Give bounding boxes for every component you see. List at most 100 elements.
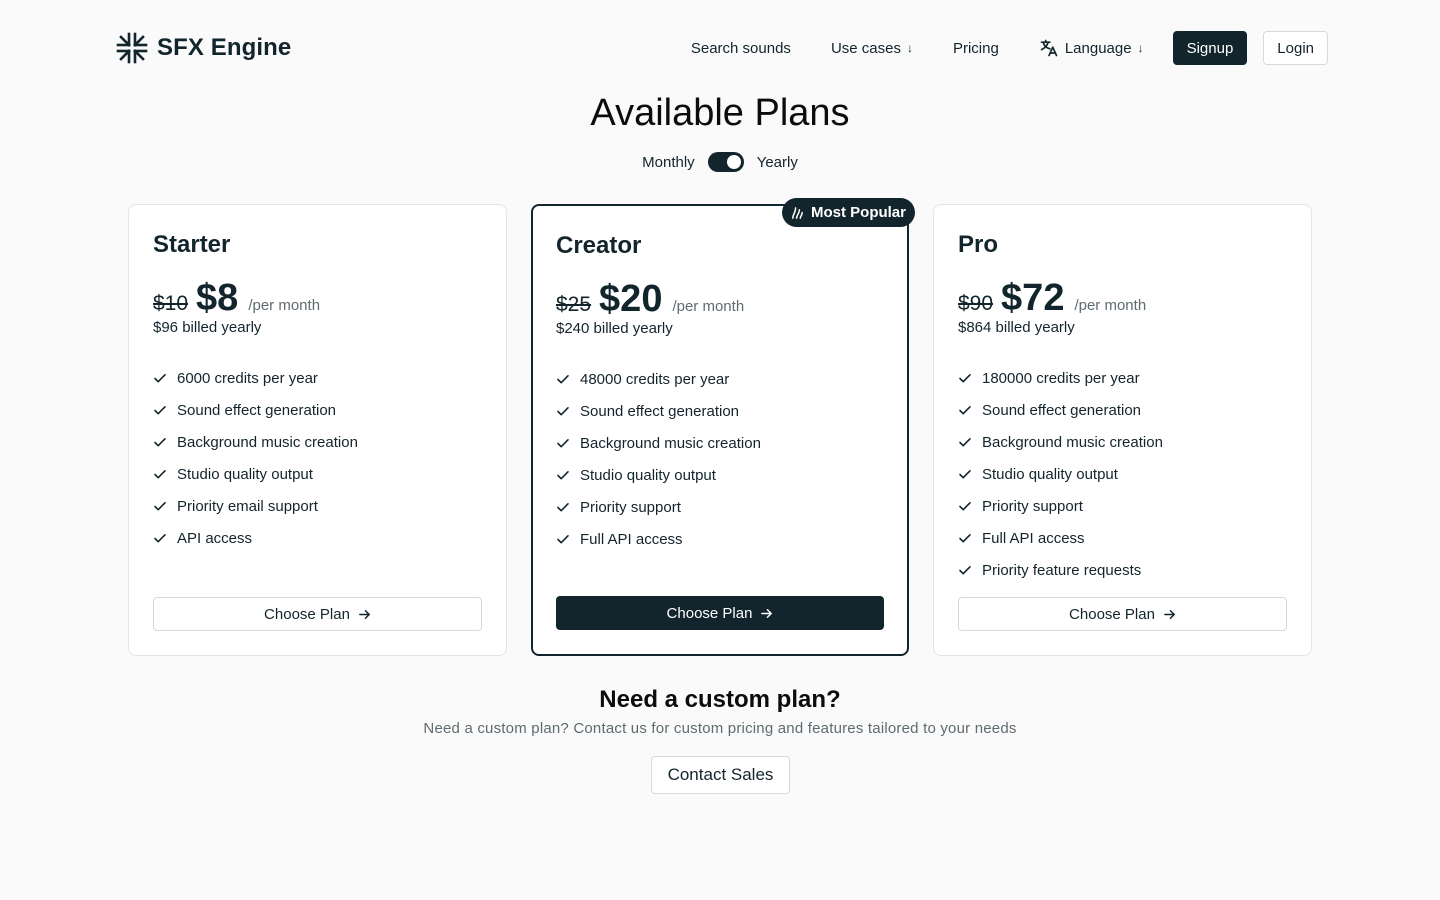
nav-search-sounds[interactable]: Search sounds [671, 31, 811, 65]
price-row: $90 $72 /per month [958, 277, 1146, 321]
nav-search-sounds-label: Search sounds [690, 39, 791, 57]
badge-label: Most Popular [810, 204, 906, 221]
check-icon [154, 438, 166, 447]
check-icon [154, 502, 166, 511]
check-icon [557, 439, 569, 448]
plan-name: Pro [958, 231, 999, 258]
billing-toggle: Monthly Yearly [0, 151, 1440, 173]
check-icon [154, 406, 166, 415]
price-period: /per month [672, 298, 745, 315]
feature-label: Sound effect generation [580, 402, 740, 420]
feature-label: Priority support [580, 498, 681, 516]
feature-item: 6000 credits per year [153, 362, 358, 394]
feature-list: 180000 credits per year Sound effect gene… [958, 362, 1163, 586]
check-icon [959, 470, 971, 479]
choose-plan-button-pro[interactable]: Choose Plan [958, 597, 1287, 631]
feature-list: 48000 credits per year Sound effect gener… [556, 363, 761, 555]
plan-name: Starter [153, 231, 231, 258]
feature-item: Sound effect generation [556, 395, 761, 427]
check-icon [154, 534, 166, 543]
switch-knob [726, 155, 741, 169]
nav-pricing[interactable]: Pricing [933, 31, 1019, 65]
feature-label: API access [177, 529, 253, 547]
check-icon [557, 375, 569, 384]
feature-label: Priority feature requests [982, 561, 1142, 579]
plan-card-creator: Most Popular Creator $25 $20 /per month … [531, 198, 915, 656]
feature-label: Studio quality output [982, 465, 1118, 483]
feature-item: 48000 credits per year [556, 363, 761, 395]
signup-button[interactable]: Signup [1172, 31, 1248, 65]
nav-use-cases-label: Use cases [830, 39, 901, 57]
feature-item: Studio quality output [556, 459, 761, 491]
feature-item: Background music creation [153, 426, 358, 458]
billing-period-switch[interactable] [707, 152, 744, 172]
feature-item: Priority email support [153, 490, 358, 522]
contact-sales-button[interactable]: Contact Sales [651, 756, 790, 794]
check-icon [959, 374, 971, 383]
feature-item: Priority support [556, 491, 761, 523]
nav-language-label: Language [1064, 39, 1132, 57]
choose-plan-label: Choose Plan [666, 604, 753, 622]
old-price: $25 [556, 293, 592, 316]
plan-card-starter: Starter $10 $8 /per month $96 billed yea… [128, 204, 507, 656]
old-price: $10 [153, 292, 189, 315]
feature-label: Background music creation [177, 433, 358, 451]
price-period: /per month [1074, 297, 1147, 314]
feature-label: Priority email support [177, 497, 318, 515]
check-icon [557, 535, 569, 544]
price-row: $10 $8 /per month [153, 277, 320, 321]
nav-use-cases[interactable]: Use cases ↓ [811, 31, 933, 65]
feature-item: Studio quality output [958, 458, 1163, 490]
arrow-down-icon: ↓ [906, 41, 913, 55]
most-popular-badge: Most Popular [781, 198, 915, 227]
plan-card-pro: Pro $90 $72 /per month $864 billed yearl… [933, 204, 1312, 656]
choose-plan-button-starter[interactable]: Choose Plan [153, 597, 482, 631]
feature-label: Background music creation [580, 434, 761, 452]
feature-item: Studio quality output [153, 458, 358, 490]
feature-item: Full API access [958, 522, 1163, 554]
billed-yearly: $96 billed yearly [153, 319, 262, 336]
brand-logo[interactable]: SFX Engine [116, 31, 291, 65]
site-header: SFX Engine Search sounds Use cases ↓ Pri… [0, 0, 1440, 96]
feature-label: 180000 credits per year [982, 369, 1140, 387]
choose-plan-button-creator[interactable]: Choose Plan [556, 596, 884, 630]
feature-label: Sound effect generation [982, 401, 1142, 419]
arrow-right-icon [1164, 609, 1175, 619]
nav-language[interactable]: Language ↓ [1019, 31, 1164, 65]
plan-name: Creator [556, 232, 642, 259]
feature-item: Sound effect generation [153, 394, 358, 426]
arrow-right-icon [359, 609, 370, 619]
billing-monthly-label[interactable]: Monthly [642, 154, 695, 171]
price-row: $25 $20 /per month [556, 278, 744, 322]
check-icon [959, 502, 971, 511]
translate-icon [1040, 39, 1058, 57]
check-icon [154, 470, 166, 479]
billing-yearly-label[interactable]: Yearly [757, 154, 798, 171]
feature-item: Priority support [958, 490, 1163, 522]
old-price: $90 [958, 292, 994, 315]
choose-plan-label: Choose Plan [264, 605, 350, 623]
check-icon [959, 438, 971, 447]
main-nav: Search sounds Use cases ↓ Pricing Langua… [671, 31, 1328, 65]
check-icon [557, 471, 569, 480]
feature-label: 6000 credits per year [177, 369, 318, 387]
login-button[interactable]: Login [1263, 31, 1328, 65]
fire-icon [792, 207, 803, 219]
price: $8 [196, 277, 239, 319]
billed-yearly: $240 billed yearly [556, 320, 673, 337]
feature-label: 48000 credits per year [580, 370, 730, 388]
price-period: /per month [248, 297, 321, 314]
feature-item: Priority feature requests [958, 554, 1163, 586]
check-icon [959, 534, 971, 543]
custom-plan-title: Need a custom plan? [599, 686, 841, 713]
arrow-right-icon [761, 608, 773, 618]
billed-yearly: $864 billed yearly [958, 319, 1075, 336]
feature-label: Priority support [982, 497, 1083, 515]
check-icon [557, 407, 569, 416]
feature-label: Background music creation [982, 433, 1163, 451]
choose-plan-label: Choose Plan [1069, 605, 1155, 623]
arrow-down-icon: ↓ [1137, 41, 1144, 55]
feature-label: Sound effect generation [177, 401, 337, 419]
feature-item: Sound effect generation [958, 394, 1163, 426]
custom-plan-description: Need a custom plan? Contact us for custo… [423, 720, 1017, 737]
